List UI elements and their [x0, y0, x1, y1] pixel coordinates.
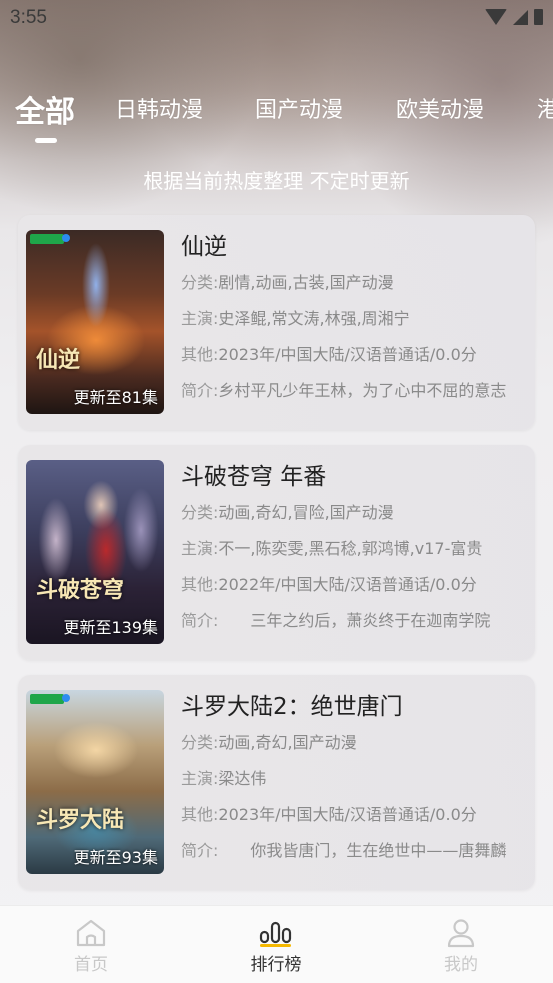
intro-value: 三年之约后，萧炎终于在迦南学院 [218, 611, 491, 630]
tab-all[interactable]: 全部 [15, 92, 75, 131]
poster-image: 仙逆 更新至81集 [26, 230, 164, 414]
item-title: 仙逆 [181, 234, 227, 260]
status-bar: 3:55 [0, 0, 553, 38]
item-category: 分类:动画,奇幻,国产动漫 [181, 725, 526, 761]
item-other: 其他:2022年/中国大陆/汉语普通话/0.0分 [181, 567, 526, 603]
platform-logo-icon [30, 234, 70, 244]
episode-badge: 更新至93集 [73, 848, 158, 867]
list-item[interactable]: 斗罗大陆 更新至93集 斗罗大陆2：绝世唐门 分类:动画,奇幻,国产动漫 主演:… [18, 675, 535, 890]
cast-label: 主演: [181, 539, 219, 558]
nav-profile[interactable]: 我的 [416, 918, 506, 975]
item-other: 其他:2023年/中国大陆/汉语普通话/0.0分 [181, 797, 526, 833]
item-intro: 简介:乡村平凡少年王林，为了心中不屈的意志 [181, 373, 526, 409]
item-category: 分类:动画,奇幻,冒险,国产动漫 [181, 495, 526, 531]
item-cast: 主演:史泽鲲,常文涛,林强,周湘宁 [181, 301, 526, 337]
tab-hk[interactable]: 港 [537, 92, 553, 124]
intro-label: 简介: [181, 381, 219, 400]
item-cast: 主演:不一,陈奕雯,黑石稔,郭鸿博,v17-富贵 [181, 531, 526, 567]
episode-badge: 更新至139集 [63, 618, 158, 637]
episode-badge: 更新至81集 [73, 388, 158, 407]
category-value: 剧情,动画,古装,国产动漫 [218, 273, 394, 292]
cast-value: 梁达伟 [218, 769, 267, 788]
poster-image: 斗破苍穹 更新至139集 [26, 460, 164, 644]
bottom-nav: 首页 排行榜 我的 [0, 905, 553, 983]
tab-western-anime[interactable]: 欧美动漫 [396, 92, 484, 124]
poster-image: 斗罗大陆 更新至93集 [26, 690, 164, 874]
nav-profile-label: 我的 [444, 955, 478, 975]
status-time: 3:55 [10, 7, 47, 28]
poster-title: 斗罗大陆 [36, 807, 125, 833]
tab-jpkr-anime[interactable]: 日韩动漫 [115, 92, 203, 124]
intro-label: 简介: [181, 841, 219, 860]
category-tabs: 全部 日韩动漫 国产动漫 欧美动漫 港 [0, 92, 553, 142]
item-cast: 主演:梁达伟 [181, 761, 526, 797]
home-icon [76, 919, 106, 947]
list-item[interactable]: 斗破苍穹 更新至139集 斗破苍穹 年番 分类:动画,奇幻,冒险,国产动漫 主演… [18, 445, 535, 660]
item-info: 斗罗大陆2：绝世唐门 分类:动画,奇幻,国产动漫 主演:梁达伟 其他:2023年… [181, 689, 526, 869]
tab-indicator [35, 138, 57, 143]
item-title: 斗罗大陆2：绝世唐门 [181, 694, 403, 720]
other-value: 2022年/中国大陆/汉语普通话/0.0分 [218, 575, 477, 594]
cast-value: 不一,陈奕雯,黑石稔,郭鸿博,v17-富贵 [218, 539, 483, 558]
status-icons [485, 9, 543, 25]
item-info: 仙逆 分类:剧情,动画,古装,国产动漫 主演:史泽鲲,常文涛,林强,周湘宁 其他… [181, 229, 526, 409]
signal-icon [513, 9, 528, 25]
other-label: 其他: [181, 805, 219, 824]
other-value: 2023年/中国大陆/汉语普通话/0.0分 [218, 805, 477, 824]
nav-ranking-label: 排行榜 [250, 955, 302, 975]
nav-home-label: 首页 [74, 955, 108, 975]
ranking-icon [259, 921, 292, 947]
list-subtitle: 根据当前热度整理 不定时更新 [143, 169, 410, 193]
item-other: 其他:2023年/中国大陆/汉语普通话/0.0分 [181, 337, 526, 373]
tab-domestic-anime[interactable]: 国产动漫 [255, 92, 343, 124]
intro-label: 简介: [181, 611, 219, 630]
battery-icon [534, 9, 543, 25]
poster-title: 仙逆 [36, 347, 81, 373]
wifi-icon [485, 9, 507, 25]
category-value: 动画,奇幻,国产动漫 [218, 733, 357, 752]
item-intro: 简介: 你我皆唐门，生在绝世中——唐舞麟 [181, 833, 526, 869]
item-category: 分类:剧情,动画,古装,国产动漫 [181, 265, 526, 301]
intro-value: 乡村平凡少年王林，为了心中不屈的意志 [218, 381, 507, 400]
other-value: 2023年/中国大陆/汉语普通话/0.0分 [218, 345, 477, 364]
platform-logo-icon [30, 694, 70, 704]
poster-title: 斗破苍穹 [36, 577, 125, 603]
cast-label: 主演: [181, 769, 219, 788]
category-label: 分类: [181, 273, 219, 292]
intro-value: 你我皆唐门，生在绝世中——唐舞麟 [218, 841, 507, 860]
list-item[interactable]: 仙逆 更新至81集 仙逆 分类:剧情,动画,古装,国产动漫 主演:史泽鲲,常文涛… [18, 215, 535, 430]
other-label: 其他: [181, 575, 219, 594]
profile-icon [447, 919, 475, 948]
cast-label: 主演: [181, 309, 219, 328]
category-label: 分类: [181, 503, 219, 522]
item-info: 斗破苍穹 年番 分类:动画,奇幻,冒险,国产动漫 主演:不一,陈奕雯,黑石稔,郭… [181, 459, 526, 639]
nav-ranking[interactable]: 排行榜 [231, 918, 321, 975]
item-title: 斗破苍穹 年番 [181, 464, 327, 490]
nav-home[interactable]: 首页 [46, 918, 136, 975]
item-intro: 简介: 三年之约后，萧炎终于在迦南学院 [181, 603, 526, 639]
category-label: 分类: [181, 733, 219, 752]
cast-value: 史泽鲲,常文涛,林强,周湘宁 [218, 309, 410, 328]
other-label: 其他: [181, 345, 219, 364]
category-value: 动画,奇幻,冒险,国产动漫 [218, 503, 394, 522]
